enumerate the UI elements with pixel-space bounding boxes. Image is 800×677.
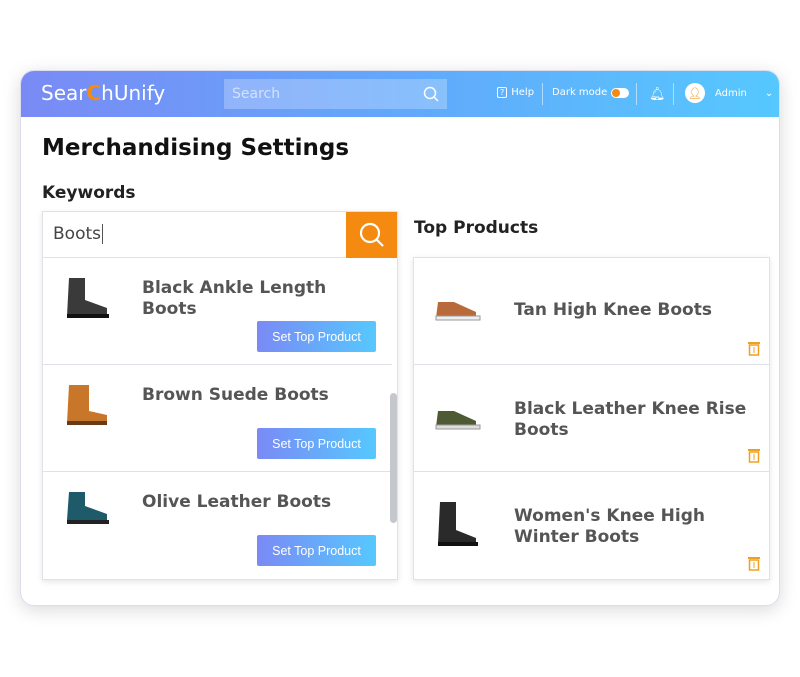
- product-name: Women's Knee High Winter Boots: [514, 506, 705, 547]
- product-name: Brown Suede Boots: [142, 385, 329, 405]
- logo-text-end: hUnify: [101, 81, 166, 105]
- keywords-heading: Keywords: [42, 183, 136, 203]
- boot-image: [67, 385, 107, 425]
- searchunify-logo[interactable]: SearChUnify: [41, 81, 165, 105]
- top-product-item: Black Leather Knee Rise Boots: [414, 365, 769, 472]
- user-menu[interactable]: 👤︎ Admin ⌄: [685, 83, 773, 103]
- search-icon: [359, 222, 384, 247]
- result-item: Olive Leather Boots Set Top Product: [43, 472, 392, 579]
- shoe-image: [435, 411, 481, 430]
- divider: [542, 83, 543, 105]
- logo-magnifier: C: [86, 81, 102, 105]
- shoe-image: [435, 302, 481, 321]
- divider: [636, 83, 637, 105]
- global-search-input[interactable]: Search: [224, 79, 447, 109]
- logo-text: Sear: [41, 81, 87, 105]
- boot-image: [67, 492, 109, 524]
- search-icon[interactable]: [423, 86, 439, 102]
- product-name: Black Ankle Length Boots: [142, 278, 327, 319]
- merchandising-window: SearChUnify Search ? Help Dark mode 🔔︎ 👤︎…: [20, 70, 780, 606]
- result-item: Brown Suede Boots Set Top Product: [43, 365, 392, 472]
- trash-icon[interactable]: [747, 555, 761, 571]
- help-icon: ?: [497, 87, 508, 98]
- trash-icon[interactable]: [747, 340, 761, 356]
- product-name: Olive Leather Boots: [142, 492, 332, 512]
- result-item: Black Ankle Length Boots Set Top Product: [43, 258, 392, 365]
- chevron-down-icon: ⌄: [764, 87, 774, 99]
- keyword-results-panel: Boots Black Ankle Length Boots Set Top P…: [42, 211, 398, 580]
- divider: [673, 83, 674, 105]
- set-top-product-button[interactable]: Set Top Product: [257, 321, 376, 352]
- user-name: Admin: [715, 87, 747, 99]
- trash-icon[interactable]: [747, 447, 761, 463]
- boot-image: [67, 278, 109, 318]
- help-label: Help: [511, 87, 535, 98]
- top-product-item: Women's Knee High Winter Boots: [414, 472, 769, 579]
- scrollbar-thumb[interactable]: [390, 393, 397, 523]
- top-bar: SearChUnify Search ? Help Dark mode 🔔︎ 👤︎…: [21, 71, 779, 117]
- top-products-panel: Tan High Knee Boots Black Leather Knee R…: [413, 257, 770, 580]
- set-top-product-button[interactable]: Set Top Product: [257, 535, 376, 566]
- dark-mode-toggle[interactable]: Dark mode: [552, 87, 630, 98]
- search-placeholder: Search: [232, 86, 281, 102]
- bell-icon[interactable]: 🔔︎: [649, 87, 666, 102]
- product-name: Tan High Knee Boots: [514, 300, 712, 320]
- page-title: Merchandising Settings: [42, 135, 350, 161]
- keyword-input[interactable]: Boots: [43, 212, 346, 258]
- help-link[interactable]: ? Help: [497, 87, 534, 98]
- top-products-heading: Top Products: [414, 218, 539, 238]
- results-scrollbar[interactable]: [390, 258, 397, 580]
- keyword-value: Boots: [53, 224, 103, 244]
- boot-image: [438, 502, 478, 546]
- toggle-switch[interactable]: [611, 87, 630, 98]
- top-product-item: Tan High Knee Boots: [414, 258, 769, 365]
- keyword-search-button[interactable]: [346, 212, 397, 258]
- dark-mode-label: Dark mode: [552, 87, 608, 98]
- product-name: Black Leather Knee Rise Boots: [514, 399, 747, 440]
- avatar-icon: 👤︎: [685, 83, 705, 103]
- set-top-product-button[interactable]: Set Top Product: [257, 428, 376, 459]
